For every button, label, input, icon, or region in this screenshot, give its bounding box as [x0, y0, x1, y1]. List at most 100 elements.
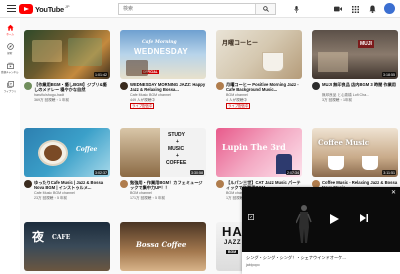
video-thumbnail[interactable]: Lupin The 3rd 2:07:34 [216, 128, 302, 177]
video-title[interactable]: ゆったりCafe Music | Jazz & Bossa Nova BGM |… [34, 180, 110, 190]
search-button[interactable] [255, 4, 275, 14]
subscriptions-icon [6, 62, 14, 69]
thumbnail-badge: BGM [226, 250, 239, 254]
video-title[interactable]: 月曜コーヒー Positive Morning Jazz - Cafe Back… [226, 82, 302, 92]
video-title[interactable]: 【作業用BGM・癒しBGM】ジブリ&癒しのメドレー 穏やかな自然 [34, 82, 110, 92]
channel-avatar[interactable] [216, 180, 224, 188]
create-button[interactable] [333, 4, 343, 14]
account-avatar[interactable] [384, 3, 395, 14]
video-thumbnail[interactable]: Coffee Music 3:11:51 [312, 128, 398, 177]
home-icon [6, 24, 14, 31]
thumbnail-text: MUJI [358, 40, 374, 48]
video-title[interactable]: WEDNESDAY MORNING JAZZ: Happy Jazz & Rel… [130, 82, 206, 92]
video-thumbnail[interactable]: Cafe Morning WEDNESDAY OFFICIAL [120, 30, 206, 79]
miniplayer-title[interactable]: シング・シング・シング！・シェナウインドオーケ... [246, 255, 396, 261]
hamburger-menu-icon[interactable] [7, 5, 16, 13]
video-thumbnail[interactable]: STUDY + MUSIC + COFFEE 3:30:58 [120, 128, 206, 177]
video-card[interactable]: Coffee 3:02:37 ゆったりCafe Music | Jazz & B… [24, 128, 110, 208]
video-stats: 171万 回視聴・5 年前 [130, 196, 166, 200]
video-duration: 3:30:58 [190, 170, 204, 175]
video-duration: 3:11:51 [382, 170, 396, 175]
thumbnail-text: 月曜コーヒー [222, 41, 259, 47]
thumbnail-text: Lupin The 3rd [222, 142, 286, 152]
video-title[interactable]: MUJI 無印良品 店内BGM 3 時間 作業用 [322, 82, 398, 92]
microphone-icon [293, 5, 299, 13]
performer-silhouette [296, 205, 312, 243]
sidebar-label-library: ライブラリ [3, 89, 17, 93]
apps-button[interactable] [350, 4, 360, 14]
video-thumbnail[interactable]: MUJI 3:18:55 [312, 30, 398, 79]
sidebar-label-subscriptions: 登録チャンネル [1, 70, 19, 74]
video-card[interactable]: MUJI 3:18:55 MUJI 無印良品 店内BGM 3 時間 作業用 無印… [312, 30, 398, 110]
sidebar: ホーム 探索 登録チャンネル ライブラリ [0, 18, 20, 274]
library-icon [6, 81, 14, 88]
video-card[interactable]: 夜 CAFE [24, 222, 110, 271]
video-thumbnail[interactable]: Coffee 3:02:37 [24, 128, 110, 177]
video-thumbnail[interactable]: 夜 CAFE [24, 222, 110, 271]
channel-avatar[interactable] [216, 82, 224, 90]
thumbnail-text: Bossa Coffee [136, 240, 187, 249]
video-duration: 3:02:37 [94, 170, 108, 175]
miniplayer-channel[interactable]: jablpopo [246, 263, 260, 267]
channel-avatar[interactable] [120, 82, 128, 90]
video-stats: 369万 回視聴・1 年前 [34, 98, 70, 102]
notifications-button[interactable] [367, 4, 377, 14]
video-card[interactable]: 月曜コーヒー 月曜コーヒー Positive Morning Jazz - Ca… [216, 30, 302, 110]
sidebar-item-library[interactable]: ライブラリ [0, 81, 20, 93]
search-input[interactable] [119, 4, 255, 14]
video-channel[interactable]: harufiu/shogu-hadt [34, 93, 64, 97]
youtube-logo[interactable]: YouTube JP [19, 4, 70, 14]
sidebar-item-explore[interactable]: 探索 [0, 43, 20, 55]
logo-region: JP [64, 4, 70, 9]
explore-icon [6, 43, 14, 50]
youtube-play-icon [19, 4, 33, 14]
miniplayer-video[interactable]: ✕ [242, 187, 400, 252]
video-channel[interactable]: BGM channel [226, 93, 248, 97]
play-button[interactable] [330, 214, 339, 224]
miniplayer[interactable]: ✕ シング・シング・シング！・シェナウインドオーケ... jablpopo [242, 187, 400, 274]
video-card[interactable]: STUDY + MUSIC + COFFEE 3:30:58 勉強用・作業用BG… [120, 128, 206, 208]
thumbnail-text: + [176, 139, 179, 145]
expand-button[interactable] [248, 214, 254, 220]
channel-avatar[interactable] [312, 82, 320, 90]
voice-search-button[interactable] [290, 3, 302, 15]
video-card[interactable]: Bossa Coffee [120, 222, 206, 271]
video-channel[interactable]: BGM channel [130, 191, 152, 195]
sidebar-item-home[interactable]: ホーム [0, 24, 20, 36]
thumbnail-text: Cafe Morning [142, 40, 177, 45]
thumbnail-text: 夜 [32, 230, 45, 244]
live-badge: ライブ配信中 [130, 103, 155, 109]
video-thumbnail[interactable]: Bossa Coffee [120, 222, 206, 271]
video-thumbnail[interactable]: 1:01:42 [24, 30, 110, 79]
skip-next-icon [360, 214, 368, 222]
sidebar-label-home: ホーム [6, 32, 14, 36]
video-duration: 2:07:34 [286, 170, 300, 175]
channel-avatar[interactable] [120, 180, 128, 188]
thumbnail-text: + [176, 153, 179, 159]
video-thumbnail[interactable]: 月曜コーヒー [216, 30, 302, 79]
sidebar-item-subscriptions[interactable]: 登録チャンネル [0, 62, 20, 74]
video-title[interactable]: 勉強用・作業用BGM！カフェミュージックで集中力UP！！ [130, 180, 206, 190]
search-box [118, 3, 276, 15]
logo-text: YouTube [35, 4, 64, 14]
bell-icon [368, 5, 376, 13]
thumbnail-text: Coffee Music [318, 138, 370, 147]
video-duration: 3:18:55 [382, 72, 396, 77]
video-card[interactable]: Cafe Morning WEDNESDAY OFFICIAL WEDNESDA… [120, 30, 206, 110]
thumbnail-text: STUDY [168, 132, 185, 138]
masthead: YouTube JP [0, 0, 400, 18]
play-icon [330, 214, 339, 224]
apps-grid-icon [351, 5, 359, 13]
close-icon[interactable]: ✕ [391, 189, 396, 196]
next-button[interactable] [360, 214, 368, 222]
thumbnail-text: Coffee [76, 146, 98, 153]
thumbnail-text: WEDNESDAY [134, 47, 188, 56]
channel-avatar[interactable] [24, 82, 32, 90]
sidebar-label-explore: 探索 [7, 51, 13, 55]
thumbnail-text: CAFE [52, 234, 71, 241]
video-card[interactable]: 1:01:42 【作業用BGM・癒しBGM】ジブリ&癒しのメドレー 穏やかな自然… [24, 30, 110, 110]
video-channel[interactable]: Cafe Music BGM channel [34, 191, 75, 195]
expand-icon [248, 214, 254, 220]
video-channel[interactable]: Cafe Music BGM channel [130, 93, 171, 97]
channel-avatar[interactable] [24, 180, 32, 188]
